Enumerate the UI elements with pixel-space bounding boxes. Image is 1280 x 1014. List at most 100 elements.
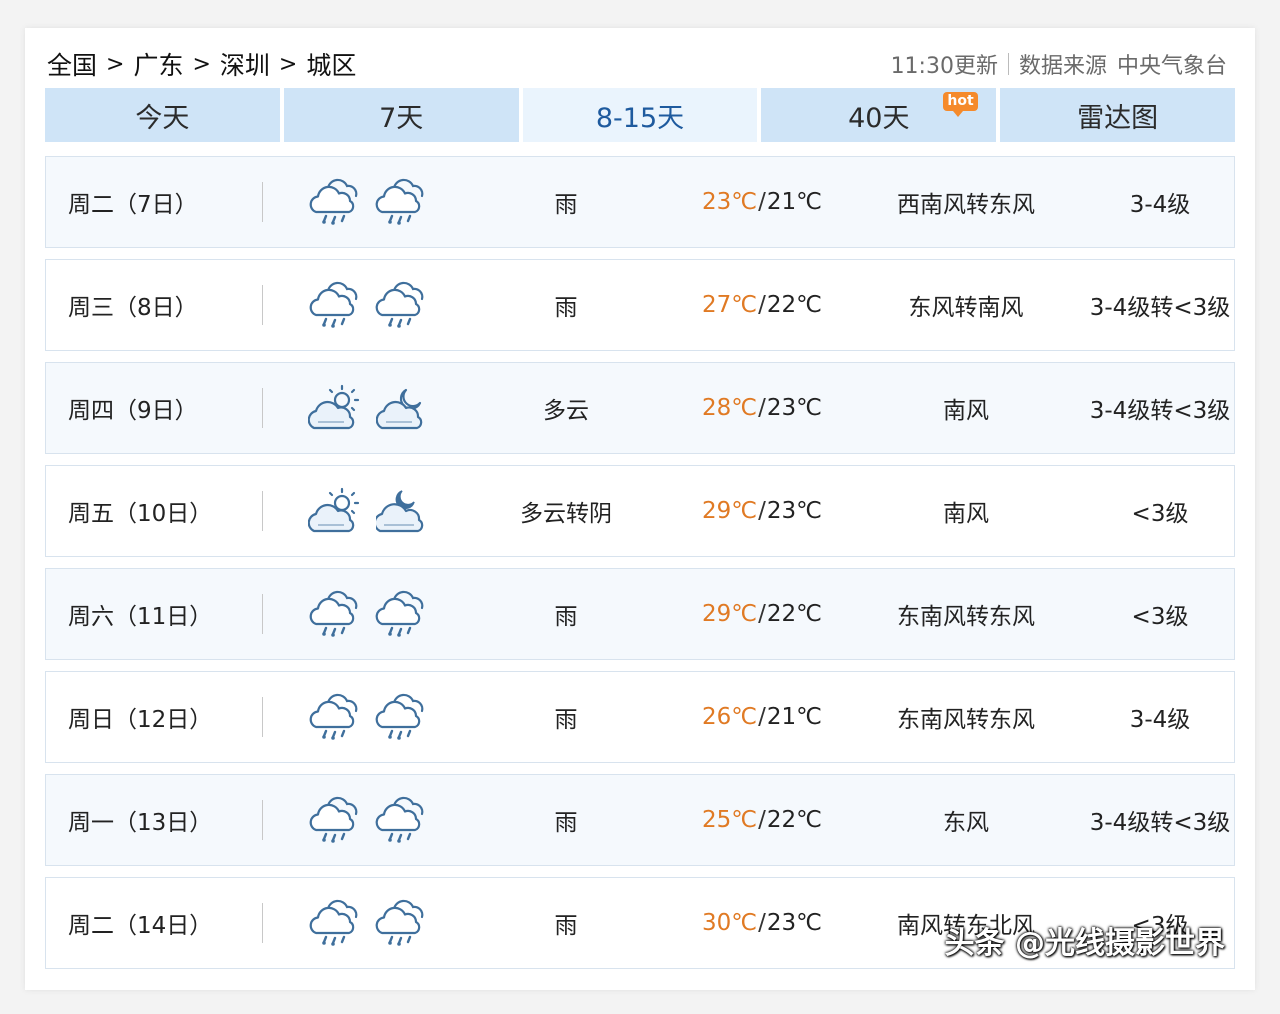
rain-icon [308,899,360,947]
rain-icon [308,693,360,741]
temp-slash: / [758,807,766,833]
forecast-day: 周二（7日） [68,192,198,218]
forecast-row: 周五（10日） 多云转阴 29℃/23℃ 南风 <3级 [45,465,1235,557]
forecast-row: 周二（7日） 雨 23℃/21℃ 西南风转东风 3-4级 [45,156,1235,248]
breadcrumb-separator: > [106,51,125,77]
weather-icons [308,178,426,226]
tab-label: 今天 [135,102,190,134]
overcast-moon-icon [376,487,428,535]
temperature-range: 30℃/23℃ [682,910,842,936]
wind-level: <3级 [1131,604,1189,630]
partly-cloudy-sun-icon [308,384,362,432]
meta-divider [1007,53,1009,75]
weather-icons [308,384,428,432]
forecast-day: 周二（14日） [68,913,213,939]
weather-description: 雨 [554,604,578,630]
weather-description: 雨 [554,192,578,218]
wind-level: 3-4级 [1129,192,1191,218]
temp-slash: / [758,601,766,627]
row-divider [262,491,263,531]
tab-today[interactable]: 今天 [45,88,280,142]
low-temp: 23℃ [766,910,822,936]
temperature-range: 25℃/22℃ [682,807,842,833]
low-temp: 22℃ [766,601,822,627]
low-temp: 23℃ [766,395,822,421]
rain-icon [308,281,360,329]
wind-direction: 东南风转东风 [897,604,1035,630]
high-temp: 29℃ [702,498,758,524]
hot-badge: hot [943,92,978,117]
high-temp: 26℃ [702,704,758,730]
low-temp: 23℃ [766,498,822,524]
forecast-row: 周日（12日） 雨 26℃/21℃ 东南风转东风 3-4级 [45,671,1235,763]
breadcrumb-country[interactable]: 全国 [47,46,97,82]
high-temp: 25℃ [702,807,758,833]
temp-slash: / [758,292,766,318]
forecast-list: 周二（7日） 雨 23℃/21℃ 西南风转东风 3-4级 周三（8日） 雨 27… [45,156,1235,980]
tab-40-days[interactable]: 40天 hot [761,88,997,142]
temp-slash: / [758,704,766,730]
row-divider [262,800,263,840]
wind-direction: 南风 [943,501,989,527]
weather-description: 多云转阴 [520,501,612,527]
update-time: 11:30更新 [890,54,998,79]
wind-level: <3级 [1131,501,1189,527]
low-temp: 21℃ [766,704,822,730]
weather-icons [308,590,426,638]
row-divider [262,594,263,634]
source-label: 数据来源 [1018,54,1107,79]
forecast-day: 周五（10日） [68,501,213,527]
weather-icons [308,487,428,535]
partly-cloudy-moon-icon [376,384,428,432]
temperature-range: 23℃/21℃ [682,189,842,215]
row-divider [262,388,263,428]
tab-radar[interactable]: 雷达图 [1000,88,1235,142]
wind-direction: 东南风转东风 [897,707,1035,733]
temperature-range: 27℃/22℃ [682,292,842,318]
row-divider [262,697,263,737]
watermark: 头条 @光线摄影世界 [944,926,1225,961]
weather-description: 雨 [554,295,578,321]
tab-label: 8-15天 [595,102,685,134]
tab-8-15-days[interactable]: 8-15天 [522,88,758,142]
temp-slash: / [758,498,766,524]
tab-7-days[interactable]: 7天 [283,88,519,142]
weather-card: 全国 > 广东 > 深圳 > 城区 11:30更新 数据来源 中央气象台 今天 … [25,28,1255,990]
forecast-day: 周六（11日） [68,604,213,630]
temp-slash: / [758,189,766,215]
weather-icons [308,796,426,844]
high-temp: 29℃ [702,601,758,627]
rain-icon [374,281,426,329]
low-temp: 21℃ [766,189,822,215]
wind-direction: 南风 [943,398,989,424]
weather-icons [308,693,426,741]
weather-description: 雨 [554,810,578,836]
top-bar: 全国 > 广东 > 深圳 > 城区 11:30更新 数据来源 中央气象台 [47,46,1227,82]
high-temp: 23℃ [702,189,758,215]
rain-icon [308,796,360,844]
breadcrumb: 全国 > 广东 > 深圳 > 城区 [47,46,356,82]
high-temp: 28℃ [702,395,758,421]
breadcrumb-province[interactable]: 广东 [133,46,183,82]
wind-direction: 东风 [943,810,989,836]
rain-icon [374,693,426,741]
tab-label: 7天 [379,102,424,134]
partly-cloudy-sun-icon [308,487,362,535]
row-divider [262,903,263,943]
breadcrumb-separator: > [192,51,211,77]
breadcrumb-district: 城区 [306,51,357,80]
tab-label: 雷达图 [1077,102,1159,134]
breadcrumb-separator: > [278,51,298,77]
low-temp: 22℃ [766,292,822,318]
wind-level: 3-4级 [1129,707,1191,733]
weather-description: 雨 [554,913,578,939]
breadcrumb-city[interactable]: 深圳 [220,46,270,82]
forecast-row: 周四（9日） 多云 28℃/23℃ 南风 3-4级转<3级 [45,362,1235,454]
rain-icon [308,590,360,638]
weather-icons [308,899,426,947]
row-divider [262,182,263,222]
update-meta: 11:30更新 数据来源 中央气象台 [891,48,1227,80]
forecast-day: 周三（8日） [68,295,198,321]
high-temp: 30℃ [702,910,758,936]
temperature-range: 26℃/21℃ [682,704,842,730]
